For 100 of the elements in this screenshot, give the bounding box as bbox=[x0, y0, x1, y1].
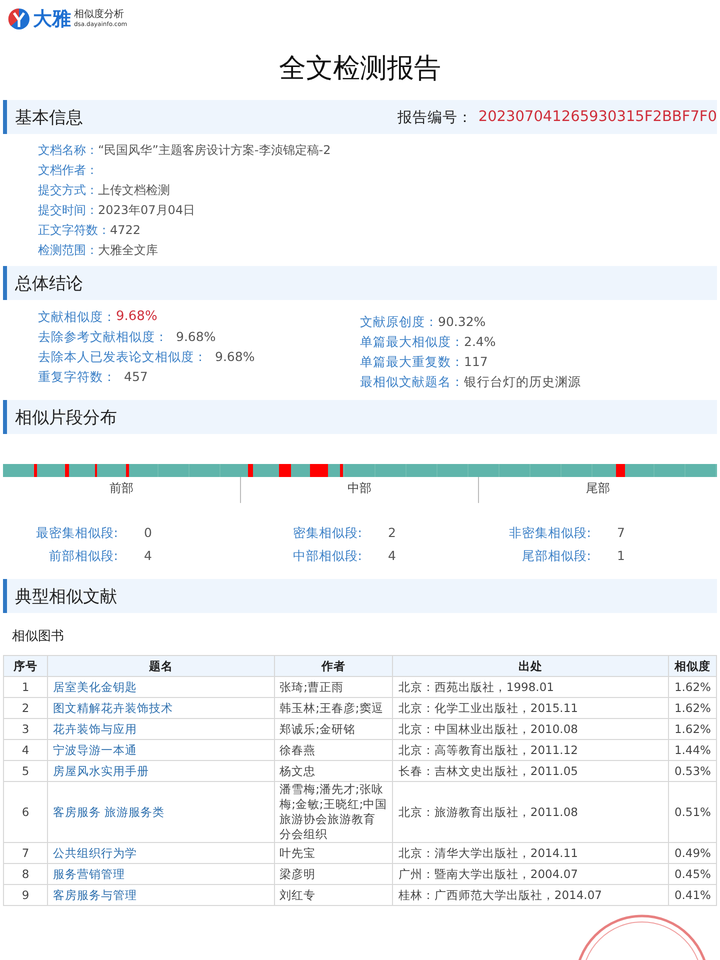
field-label: 最相似文献题名： bbox=[360, 373, 464, 390]
field-value: 大雅全文库 bbox=[98, 242, 158, 258]
book-title-link[interactable]: 房屋风水实用手册 bbox=[47, 760, 274, 782]
field-label: 提交时间： bbox=[38, 202, 98, 218]
table-cell: 北京：清华大学出版社，2014.11 bbox=[392, 842, 668, 864]
table-cell: 1.62% bbox=[668, 698, 716, 718]
subsection-title: 相似图书 bbox=[11, 628, 65, 646]
section-part-label: 中部 bbox=[241, 477, 479, 503]
table-cell: 1 bbox=[4, 676, 48, 698]
table-cell: 9 bbox=[4, 884, 48, 906]
table-cell: 杨文忠 bbox=[274, 760, 393, 782]
table-cell: 潘雪梅;潘先才;张咏梅;金敏;王晓红;中国旅游协会旅游教育分会组织 bbox=[274, 782, 393, 842]
table-cell: 7 bbox=[4, 842, 48, 864]
field-label: 文献相似度： bbox=[38, 308, 116, 325]
field-value: “民国风华”主题客房设计方案-李浈锦定稿-2 bbox=[98, 142, 331, 158]
table-cell: 梁彦明 bbox=[274, 864, 393, 884]
book-title-link[interactable]: 服务营销管理 bbox=[47, 864, 274, 884]
table-cell: 1.44% bbox=[668, 740, 716, 760]
table-cell: 韩玉林;王春彦;窦逗 bbox=[274, 698, 393, 718]
section-title: 总体结论 bbox=[15, 272, 83, 294]
field-value: 9.68% bbox=[116, 308, 158, 325]
field-label: 正文字符数： bbox=[38, 222, 110, 238]
section-title: 基本信息 bbox=[15, 106, 83, 128]
stat-value: 2 bbox=[388, 525, 397, 542]
table-cell: 广州：暨南大学出版社，2004.07 bbox=[392, 864, 668, 884]
stat-label: 最密集相似段: bbox=[34, 525, 118, 542]
stat-label: 尾部相似段: bbox=[520, 548, 591, 565]
table-cell: 0.53% bbox=[668, 760, 716, 782]
column-header: 序号 bbox=[4, 656, 48, 676]
field-label: 单篇最大相似度： bbox=[360, 333, 464, 350]
book-title-link[interactable]: 公共组织行为学 bbox=[47, 842, 274, 864]
stat-value: 1 bbox=[617, 548, 626, 565]
field-value: 2023年07月04日 bbox=[98, 202, 196, 218]
table-cell: 郑诚乐;金研铭 bbox=[274, 718, 393, 740]
field-value: 上传文档检测 bbox=[98, 182, 170, 198]
table-cell: 北京：旅游教育出版社，2011.08 bbox=[392, 782, 668, 842]
section-part-label: 前部 bbox=[3, 477, 241, 503]
field-value: 117 bbox=[464, 353, 488, 370]
table-cell: 3 bbox=[4, 718, 48, 740]
table-cell: 1.62% bbox=[668, 718, 716, 740]
column-header: 题名 bbox=[47, 656, 274, 676]
report-number-label: 报告编号： bbox=[397, 108, 472, 126]
table-cell: 1.62% bbox=[668, 676, 716, 698]
field-label: 去除参考文献相似度： bbox=[38, 328, 168, 345]
logo-icon bbox=[8, 8, 30, 30]
field-label: 提交方式： bbox=[38, 182, 98, 198]
table-cell: 8 bbox=[4, 864, 48, 884]
book-title-link[interactable]: 客房服务 旅游服务类 bbox=[47, 782, 274, 842]
field-label: 文档名称： bbox=[38, 142, 98, 158]
report-title: 全文检测报告 bbox=[278, 52, 442, 86]
stat-label: 前部相似段: bbox=[48, 548, 118, 565]
field-value: 9.68% bbox=[176, 328, 216, 345]
column-header: 出处 bbox=[392, 656, 668, 676]
section-title: 相似片段分布 bbox=[15, 406, 117, 428]
field-label: 去除本人已发表论文相似度： bbox=[38, 348, 207, 365]
field-value: 457 bbox=[124, 368, 148, 385]
field-label: 检测范围： bbox=[38, 242, 98, 258]
table-cell: 北京：西苑出版社，1998.01 bbox=[392, 676, 668, 698]
table-cell: 2 bbox=[4, 698, 48, 718]
stat-label: 非密集相似段: bbox=[508, 525, 591, 542]
field-label: 重复字符数： bbox=[38, 368, 116, 385]
stat-value: 4 bbox=[144, 548, 153, 565]
section-title: 典型相似文献 bbox=[15, 586, 117, 608]
table-cell: 北京：高等教育出版社，2011.12 bbox=[392, 740, 668, 760]
table-cell: 5 bbox=[4, 760, 48, 782]
field-value: 2.4% bbox=[464, 333, 496, 350]
book-title-link[interactable]: 花卉装饰与应用 bbox=[47, 718, 274, 740]
table-cell: 刘红专 bbox=[274, 884, 393, 906]
column-header: 相似度 bbox=[668, 656, 716, 676]
table-cell: 0.51% bbox=[668, 782, 716, 842]
table-cell: 北京：化学工业出版社，2015.11 bbox=[392, 698, 668, 718]
stat-value: 4 bbox=[388, 548, 397, 565]
table-cell: 张琦;曹正雨 bbox=[274, 676, 393, 698]
table-cell: 叶先宝 bbox=[274, 842, 393, 864]
book-title-link[interactable]: 宁波导游一本通 bbox=[47, 740, 274, 760]
stat-value: 0 bbox=[144, 525, 153, 542]
stat-value: 7 bbox=[617, 525, 626, 542]
stat-label: 密集相似段: bbox=[292, 525, 362, 542]
report-number: 202307041265930315F2BBF7F0 bbox=[478, 109, 717, 125]
product-name: 相似度分析 bbox=[74, 10, 125, 20]
table-cell: 长春：吉林文史出版社，2011.05 bbox=[392, 760, 668, 782]
book-title-link[interactable]: 客房服务与管理 bbox=[47, 884, 274, 906]
table-cell: 桂林：广西师范大学出版社，2014.07 bbox=[392, 884, 668, 906]
book-title-link[interactable]: 居室美化金钥匙 bbox=[47, 676, 274, 698]
stat-label: 中部相似段: bbox=[292, 548, 362, 565]
table-cell: 北京：中国林业出版社，2010.08 bbox=[392, 718, 668, 740]
book-title-link[interactable]: 图文精解花卉装饰技术 bbox=[47, 698, 274, 718]
table-cell: 0.49% bbox=[668, 842, 716, 864]
field-value: 9.68% bbox=[215, 348, 255, 365]
table-cell: 4 bbox=[4, 740, 48, 760]
field-value: 90.32% bbox=[438, 313, 486, 330]
field-label: 单篇最大重复数： bbox=[360, 353, 464, 370]
column-header: 作者 bbox=[274, 656, 393, 676]
field-label: 文献原创度： bbox=[360, 313, 438, 330]
field-value: 4722 bbox=[110, 222, 141, 238]
table-cell: 0.45% bbox=[668, 864, 716, 884]
table-cell: 6 bbox=[4, 782, 48, 842]
table-cell: 0.41% bbox=[668, 884, 716, 906]
section-part-label: 尾部 bbox=[585, 480, 611, 497]
field-value: 银行台灯的历史渊源 bbox=[464, 373, 581, 390]
